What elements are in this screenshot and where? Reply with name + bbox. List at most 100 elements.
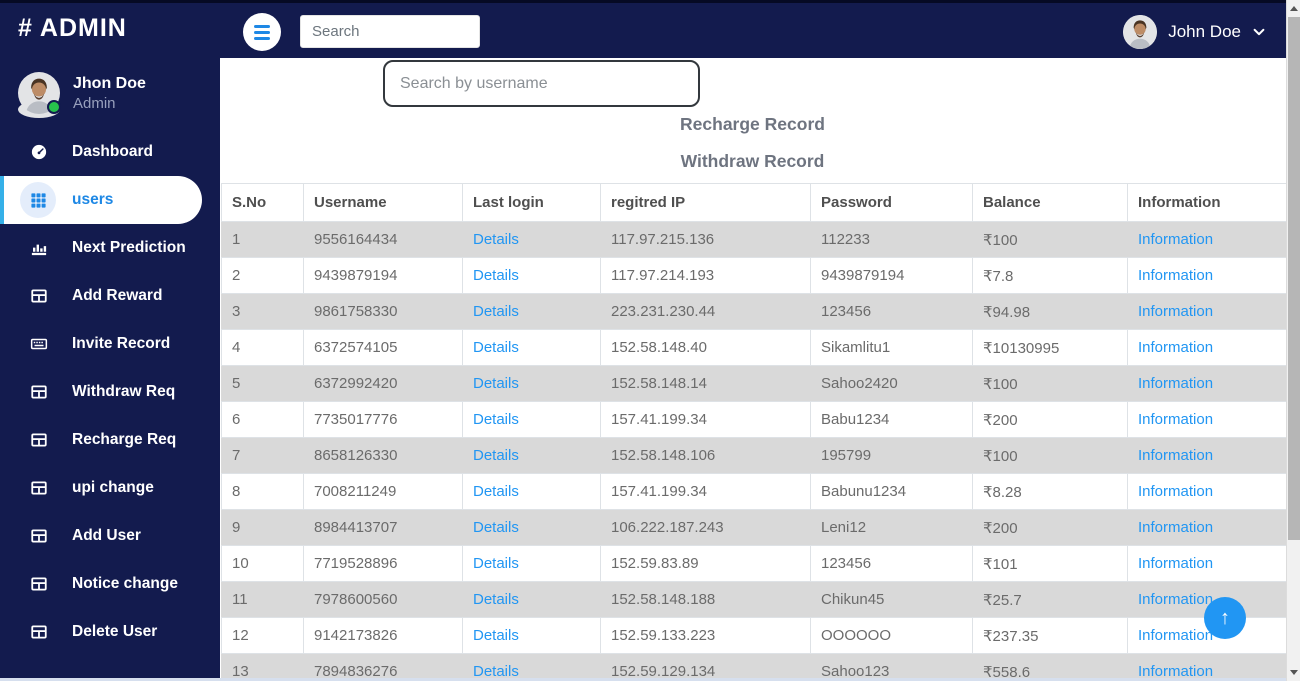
profile-role: Admin (73, 94, 116, 112)
table-icon (30, 287, 48, 305)
information-link[interactable]: Information (1138, 339, 1213, 356)
password-cell: OOOOOO (810, 617, 973, 654)
details-link[interactable]: Details (473, 519, 519, 536)
information-link[interactable]: Information (1138, 303, 1213, 320)
sidebar-item-label: upi change (72, 479, 154, 496)
sidebar-item-recharge-req[interactable]: Recharge Req (0, 416, 220, 464)
balance-cell: ₹100 (972, 437, 1128, 474)
details-link-cell: Details (462, 293, 601, 330)
sidebar-item-delete-user[interactable]: Delete User (0, 608, 220, 656)
column-header: regitred IP (600, 183, 811, 222)
information-link[interactable]: Information (1138, 447, 1213, 464)
sidebar-item-label: Invite Record (72, 335, 171, 352)
information-link[interactable]: Information (1138, 555, 1213, 572)
information-link[interactable]: Information (1138, 231, 1213, 248)
information-link-cell: Information (1127, 437, 1286, 474)
brand-logo[interactable]: # ADMIN (18, 14, 127, 43)
details-link-cell: Details (462, 617, 601, 654)
scrollbar-down-arrow-icon[interactable] (1290, 670, 1298, 675)
scrollbar-thumb[interactable] (1288, 17, 1300, 540)
password-cell: Babu1234 (810, 401, 973, 438)
details-link[interactable]: Details (473, 483, 519, 500)
sidebar-item-invite-record[interactable]: Invite Record (0, 320, 220, 368)
withdraw-record-link[interactable]: Withdraw Record (220, 151, 1285, 172)
details-link[interactable]: Details (473, 267, 519, 284)
table-row: 8 7008211249 Details 157.41.199.34 Babunu123… (221, 473, 1286, 510)
scroll-to-top-button[interactable]: ↑ (1204, 597, 1246, 639)
details-link[interactable]: Details (473, 339, 519, 356)
table-row: 5 6372992420 Details 152.58.148.14 Sahoo2420… (221, 365, 1286, 402)
sidebar-item-notice-change[interactable]: Notice change (0, 560, 220, 608)
balance-cell: ₹8.28 (972, 473, 1128, 510)
table-icon (30, 479, 48, 497)
balance-cell: ₹100 (972, 365, 1128, 402)
sidebar-item-next-prediction[interactable]: Next Prediction (0, 224, 220, 272)
details-link-cell: Details (462, 545, 601, 582)
information-link[interactable]: Information (1138, 483, 1213, 500)
information-link[interactable]: Information (1138, 627, 1213, 644)
table-icon (30, 383, 48, 401)
registered-ip-cell: 152.58.148.188 (600, 581, 811, 618)
sidebar-menu: Dashboard users Next Prediction Add Reward I… (0, 128, 220, 656)
details-link[interactable]: Details (473, 447, 519, 464)
details-link[interactable]: Details (473, 375, 519, 392)
information-link[interactable]: Information (1138, 591, 1213, 608)
table-icon (30, 575, 48, 593)
sidebar-item-label: Notice change (72, 575, 178, 592)
sidebar-toggle-button[interactable] (243, 13, 281, 51)
registered-ip-cell: 157.41.199.34 (600, 473, 811, 510)
information-link[interactable]: Information (1138, 519, 1213, 536)
sno-cell: 1 (221, 221, 304, 258)
information-link[interactable]: Information (1138, 267, 1213, 284)
sidebar-item-users[interactable]: users (0, 176, 202, 224)
sno-cell: 7 (221, 437, 304, 474)
sno-cell: 3 (221, 293, 304, 330)
sidebar: Jhon Doe Admin Dashboard users Next Predic… (0, 58, 220, 681)
table-icon (30, 623, 48, 641)
user-menu[interactable]: John Doe (1123, 3, 1266, 61)
password-cell: Leni12 (810, 509, 973, 546)
scrollbar-up-arrow-icon[interactable] (1290, 6, 1298, 11)
information-link-cell: Information (1127, 257, 1286, 294)
details-link-cell: Details (462, 221, 601, 258)
username-cell: 6372992420 (303, 365, 463, 402)
details-link[interactable]: Details (473, 591, 519, 608)
password-cell: Sahoo123 (810, 653, 973, 681)
sidebar-item-add-reward[interactable]: Add Reward (0, 272, 220, 320)
username-search-input[interactable] (383, 60, 700, 107)
sno-cell: 8 (221, 473, 304, 510)
details-link[interactable]: Details (473, 555, 519, 572)
sidebar-item-withdraw-req[interactable]: Withdraw Req (0, 368, 220, 416)
information-link[interactable]: Information (1138, 375, 1213, 392)
vertical-scrollbar[interactable] (1286, 0, 1300, 681)
sidebar-item-label: Delete User (72, 623, 158, 640)
keyboard-icon (30, 335, 48, 353)
table-row: 7 8658126330 Details 152.58.148.106 195799 ₹1… (221, 437, 1286, 474)
password-cell: 195799 (810, 437, 973, 474)
recharge-record-link[interactable]: Recharge Record (220, 114, 1285, 135)
details-link[interactable]: Details (473, 411, 519, 428)
username-cell: 7894836276 (303, 653, 463, 681)
chevron-down-icon[interactable] (1252, 25, 1266, 39)
registered-ip-cell: 152.59.129.134 (600, 653, 811, 681)
sidebar-profile: Jhon Doe Admin (0, 58, 220, 128)
navbar-search-input[interactable] (300, 15, 480, 48)
registered-ip-cell: 152.58.148.40 (600, 329, 811, 366)
sno-cell: 2 (221, 257, 304, 294)
sidebar-item-label: Dashboard (72, 143, 153, 160)
column-header: Last login (462, 183, 601, 222)
sidebar-item-upi-change[interactable]: upi change (0, 464, 220, 512)
sno-cell: 10 (221, 545, 304, 582)
registered-ip-cell: 117.97.214.193 (600, 257, 811, 294)
sidebar-item-dashboard[interactable]: Dashboard (0, 128, 220, 176)
details-link[interactable]: Details (473, 231, 519, 248)
information-link-cell: Information (1127, 365, 1286, 402)
users-table-body: 1 9556164434 Details 117.97.215.136 112233 ₹1… (221, 221, 1286, 681)
balance-cell: ₹25.7 (972, 581, 1128, 618)
information-link[interactable]: Information (1138, 411, 1213, 428)
details-link[interactable]: Details (473, 627, 519, 644)
sidebar-item-add-user[interactable]: Add User (0, 512, 220, 560)
details-link[interactable]: Details (473, 303, 519, 320)
sidebar-item-label: users (72, 191, 114, 208)
information-link-cell: Information (1127, 473, 1286, 510)
